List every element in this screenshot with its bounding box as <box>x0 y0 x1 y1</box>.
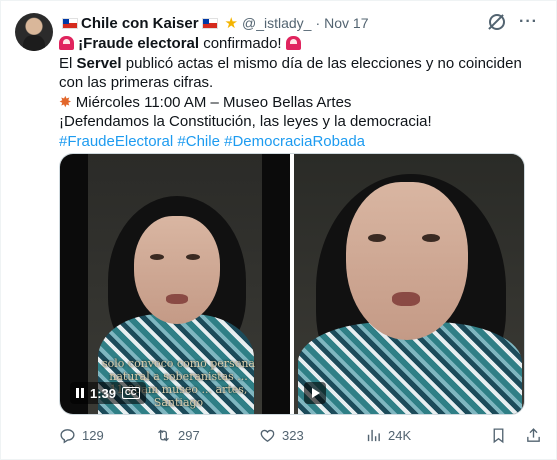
reply-icon <box>60 428 75 443</box>
media-container: solo convoco como persona natural a sobe… <box>59 153 525 415</box>
views-button[interactable]: 24K <box>365 427 465 444</box>
tweet-header: Chile con Kaiser ★ @_istlady_ · Nov 17 ·… <box>59 13 544 33</box>
siren-icon <box>285 36 301 50</box>
grok-icon[interactable] <box>489 14 506 30</box>
tweet-card[interactable]: Chile con Kaiser ★ @_istlady_ · Nov 17 ·… <box>0 0 557 460</box>
video-2-frame <box>294 154 524 414</box>
hashtag-chile[interactable]: #Chile <box>177 133 220 150</box>
headline-bold: ¡Fraude electoral <box>78 35 200 52</box>
header-icons: ··· <box>489 13 538 31</box>
collision-icon: ✸ <box>59 93 72 111</box>
repost-count: 297 <box>178 427 200 443</box>
heart-icon <box>260 429 275 442</box>
pause-icon[interactable] <box>76 388 84 398</box>
line2-rest: publicó actas el mismo día de las elecci… <box>59 54 522 92</box>
line2-prefix: El <box>59 54 77 72</box>
headline-rest: confirmado! <box>199 35 282 52</box>
separator-dot: · <box>315 15 321 31</box>
action-bar-right <box>490 427 542 444</box>
like-button[interactable]: 323 <box>259 427 365 444</box>
chile-flag-icon <box>62 17 78 29</box>
bookmark-icon[interactable] <box>490 427 507 444</box>
action-bar: 129 297 323 24K <box>59 425 542 445</box>
play-icon[interactable] <box>304 382 326 404</box>
captions-button[interactable]: CC <box>122 387 140 399</box>
reply-count: 129 <box>82 427 104 443</box>
video-1[interactable]: solo convoco como persona natural a sobe… <box>60 154 290 414</box>
more-options-icon[interactable]: ··· <box>519 13 538 31</box>
reply-button[interactable]: 129 <box>59 427 155 444</box>
star-icon: ★ <box>224 15 238 32</box>
hashtag-democracia-robada[interactable]: #DemocraciaRobada <box>224 133 365 150</box>
chile-flag-icon <box>201 17 218 29</box>
servel-bold: Servel <box>76 54 122 72</box>
author-name[interactable]: Chile con Kaiser <box>81 15 199 32</box>
views-icon <box>367 429 380 441</box>
tweet-line-4: ¡Defendamos la Constitución, las leyes y… <box>59 113 432 130</box>
repost-icon <box>158 429 169 441</box>
hashtag-fraude-electoral[interactable]: #FraudeElectoral <box>59 133 173 150</box>
siren-icon <box>59 36 74 50</box>
share-icon[interactable] <box>525 427 542 444</box>
view-count: 24K <box>388 427 412 443</box>
tweet-text: ¡Fraude electoral confirmado! El Servel … <box>59 34 542 151</box>
tweet-date[interactable]: Nov 17 <box>324 15 368 31</box>
avatar[interactable] <box>15 13 53 51</box>
video-time: 1:39 <box>90 385 117 401</box>
author-handle[interactable]: @_istlady_ <box>242 15 311 31</box>
video-controls: 1:39 CC <box>70 382 146 404</box>
tweet-line-2: El Servel publicó actas el mismo día de … <box>59 54 542 93</box>
like-count: 323 <box>282 427 304 443</box>
video-2[interactable] <box>294 154 524 414</box>
tweet-line-3: ✸ Miércoles 11:00 AM – Museo Bellas Arte… <box>59 93 542 113</box>
tweet-line-1: ¡Fraude electoral confirmado! <box>59 34 542 54</box>
repost-button[interactable]: 297 <box>155 427 259 444</box>
hashtags: #FraudeElectoral #Chile #DemocraciaRobad… <box>59 132 542 152</box>
event-info: Miércoles 11:00 AM – Museo Bellas Artes <box>75 93 352 111</box>
